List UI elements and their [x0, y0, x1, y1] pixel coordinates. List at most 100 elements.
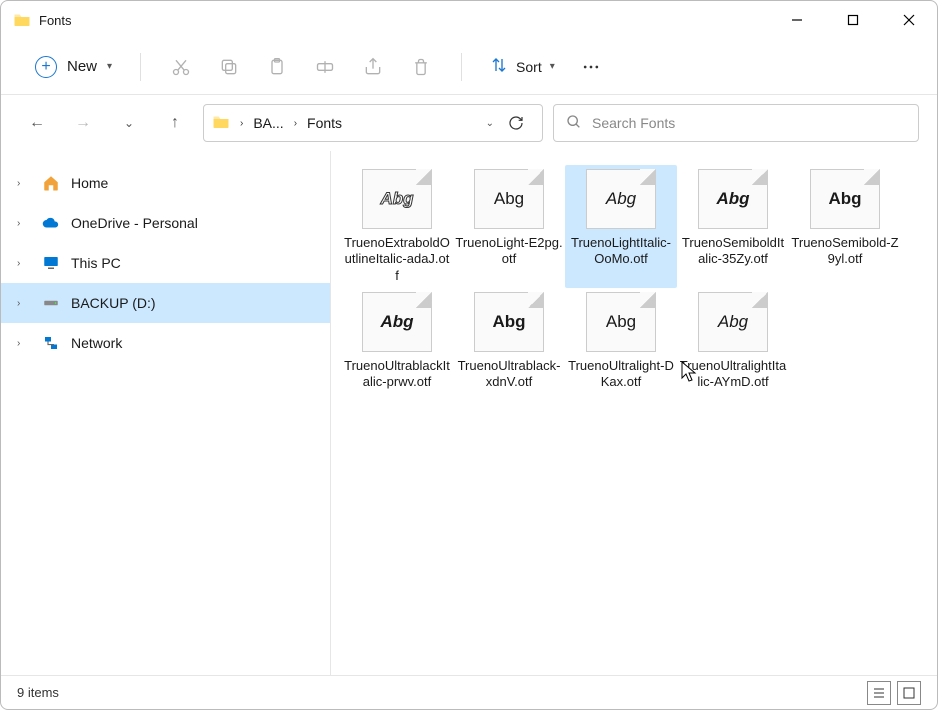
font-thumbnail: Abg — [474, 292, 544, 352]
chevron-right-icon: › — [17, 258, 31, 269]
minimize-button[interactable] — [769, 1, 825, 39]
chevron-down-icon[interactable]: ⌄ — [486, 118, 494, 129]
font-thumbnail: Abg — [810, 169, 880, 229]
file-item[interactable]: Abg TruenoSemibold-Z9yl.otf — [789, 165, 901, 288]
sidebar-item-backup[interactable]: › BACKUP (D:) — [1, 283, 330, 323]
file-grid[interactable]: Abg TruenoExtraboldOutlineItalic-adaJ.otf… — [331, 151, 937, 675]
file-name: TruenoExtraboldOutlineItalic-adaJ.otf — [343, 235, 451, 284]
home-icon — [41, 173, 61, 193]
toolbar: + New ▾ Sort ▾ — [1, 39, 937, 95]
sort-button[interactable]: Sort ▾ — [480, 50, 565, 83]
new-button[interactable]: + New ▾ — [25, 50, 122, 84]
delete-button[interactable] — [399, 47, 443, 87]
forward-button[interactable]: → — [65, 105, 101, 141]
sort-icon — [490, 56, 508, 77]
font-thumbnail: Abg — [474, 169, 544, 229]
copy-button[interactable] — [207, 47, 251, 87]
breadcrumb-seg[interactable]: Fonts — [307, 115, 342, 131]
sidebar-item-home[interactable]: › Home — [1, 163, 330, 203]
font-thumbnail: Abg — [586, 292, 656, 352]
file-item[interactable]: Abg TruenoUltrablackItalic-prwv.otf — [341, 288, 453, 395]
folder-icon — [212, 113, 230, 134]
maximize-button[interactable] — [825, 1, 881, 39]
separator — [140, 53, 141, 81]
chevron-right-icon[interactable]: › — [288, 118, 303, 129]
font-preview-text: Abg — [380, 189, 413, 209]
paste-button[interactable] — [255, 47, 299, 87]
sidebar-item-network[interactable]: › Network — [1, 323, 330, 363]
file-item[interactable]: Abg TruenoLightItalic-OoMo.otf — [565, 165, 677, 288]
share-button[interactable] — [351, 47, 395, 87]
titlebar: Fonts — [1, 1, 937, 39]
chevron-right-icon: › — [17, 338, 31, 349]
sidebar-item-onedrive[interactable]: › OneDrive - Personal — [1, 203, 330, 243]
close-button[interactable] — [881, 1, 937, 39]
sidebar-item-label: Network — [71, 335, 122, 351]
file-name: TruenoUltrablackItalic-prwv.otf — [343, 358, 451, 391]
back-button[interactable]: ← — [19, 105, 55, 141]
file-name: TruenoLightItalic-OoMo.otf — [567, 235, 675, 268]
file-name: TruenoUltralightItalic-AYmD.otf — [679, 358, 787, 391]
font-preview-text: Abg — [494, 189, 524, 209]
file-item[interactable]: Abg TruenoLight-E2pg.otf — [453, 165, 565, 288]
window-title: Fonts — [39, 13, 72, 28]
file-name: TruenoLight-E2pg.otf — [455, 235, 563, 268]
chevron-down-icon: ▾ — [550, 61, 555, 72]
monitor-icon — [41, 253, 61, 273]
file-name: TruenoUltralight-DKax.otf — [567, 358, 675, 391]
font-thumbnail: Abg — [698, 169, 768, 229]
address-bar[interactable]: › BA... › Fonts ⌄ — [203, 104, 543, 142]
font-thumbnail: Abg — [362, 169, 432, 229]
sidebar-item-label: BACKUP (D:) — [71, 295, 156, 311]
details-view-button[interactable] — [867, 681, 891, 705]
refresh-button[interactable] — [498, 105, 534, 141]
item-count: 9 items — [17, 685, 59, 700]
file-item[interactable]: Abg TruenoExtraboldOutlineItalic-adaJ.otf — [341, 165, 453, 288]
sidebar: › Home › OneDrive - Personal › This PC ›… — [1, 151, 331, 675]
file-name: TruenoUltrablack-xdnV.otf — [455, 358, 563, 391]
rename-button[interactable] — [303, 47, 347, 87]
main-body: › Home › OneDrive - Personal › This PC ›… — [1, 151, 937, 675]
recent-button[interactable]: ⌄ — [111, 105, 147, 141]
sidebar-item-label: Home — [71, 175, 108, 191]
file-name: TruenoSemibold-Z9yl.otf — [791, 235, 899, 268]
icons-view-button[interactable] — [897, 681, 921, 705]
folder-icon — [13, 11, 31, 29]
sidebar-item-thispc[interactable]: › This PC — [1, 243, 330, 283]
more-button[interactable] — [569, 47, 613, 87]
font-preview-text: Abg — [380, 312, 413, 332]
chevron-right-icon[interactable]: › — [234, 118, 249, 129]
new-label: New — [67, 58, 97, 75]
file-item[interactable]: Abg TruenoUltrablack-xdnV.otf — [453, 288, 565, 395]
chevron-right-icon: › — [17, 298, 31, 309]
breadcrumb-seg[interactable]: BA... — [253, 115, 283, 131]
file-item[interactable]: Abg TruenoUltralightItalic-AYmD.otf — [677, 288, 789, 395]
network-icon — [41, 333, 61, 353]
drive-icon — [41, 293, 61, 313]
statusbar: 9 items — [1, 675, 937, 709]
font-preview-text: Abg — [828, 189, 861, 209]
font-preview-text: Abg — [718, 312, 748, 332]
separator — [461, 53, 462, 81]
navbar: ← → ⌄ ↑ › BA... › Fonts ⌄ Search Fonts — [1, 95, 937, 151]
window-controls — [769, 1, 937, 39]
plus-icon: + — [35, 56, 57, 78]
up-button[interactable]: ↑ — [157, 105, 193, 141]
cut-button[interactable] — [159, 47, 203, 87]
chevron-right-icon: › — [17, 218, 31, 229]
chevron-right-icon: › — [17, 178, 31, 189]
search-placeholder: Search Fonts — [592, 115, 675, 131]
font-thumbnail: Abg — [362, 292, 432, 352]
search-icon — [566, 114, 582, 133]
file-name: TruenoSemiboldItalic-35Zy.otf — [679, 235, 787, 268]
sidebar-item-label: This PC — [71, 255, 121, 271]
font-preview-text: Abg — [492, 312, 525, 332]
chevron-down-icon: ▾ — [107, 61, 112, 72]
font-thumbnail: Abg — [586, 169, 656, 229]
font-preview-text: Abg — [606, 312, 636, 332]
search-box[interactable]: Search Fonts — [553, 104, 919, 142]
file-item[interactable]: Abg TruenoUltralight-DKax.otf — [565, 288, 677, 395]
font-thumbnail: Abg — [698, 292, 768, 352]
file-item[interactable]: Abg TruenoSemiboldItalic-35Zy.otf — [677, 165, 789, 288]
sort-label: Sort — [516, 59, 542, 75]
